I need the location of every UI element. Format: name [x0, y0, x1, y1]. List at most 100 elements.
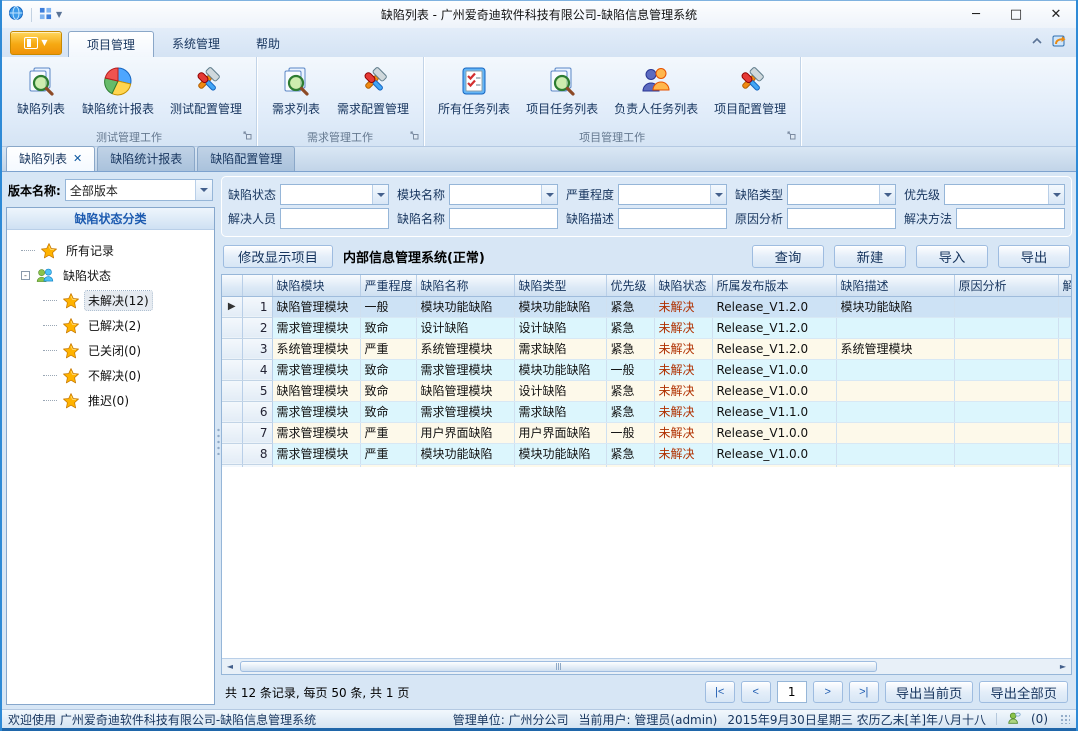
horizontal-scrollbar[interactable]: ◄ ►	[222, 658, 1071, 674]
splitter-handle[interactable]	[217, 427, 220, 455]
last-page-button[interactable]: >|	[849, 681, 879, 703]
minimize-button[interactable]: ─	[956, 1, 996, 28]
tree-item-6[interactable]: 推迟(0)	[43, 388, 210, 413]
ribbon-button-search-doc-0-0[interactable]: 缺陷列表	[8, 61, 74, 120]
page-number-input[interactable]	[777, 681, 807, 703]
filter-text-input[interactable]	[945, 185, 1048, 204]
table-row[interactable]: ▶1缺陷管理模块一般模块功能缺陷模块功能缺陷紧急未解决Release_V1.2.…	[222, 296, 1071, 317]
combo-dropdown-button[interactable]	[372, 185, 388, 204]
ribbon-collapse-icon[interactable]	[1031, 35, 1043, 50]
grid-cell[interactable]: Release_V1.1.0	[712, 401, 836, 422]
grid-cell[interactable]: 严重	[360, 338, 416, 359]
export-all-pages-button[interactable]: 导出全部页	[979, 681, 1068, 703]
close-button[interactable]: ✕	[1036, 1, 1076, 28]
create-button[interactable]: 新建	[834, 245, 906, 268]
quick-access-layout-icon[interactable]	[39, 7, 52, 23]
tree-expander-icon[interactable]: -	[21, 271, 30, 280]
grid-cell[interactable]: 系统管理模块	[272, 338, 360, 359]
grid-cell[interactable]: 紧急	[606, 401, 654, 422]
grid-cell[interactable]: 用户界面缺陷	[416, 422, 514, 443]
grid-cell[interactable]: 未解决	[654, 380, 712, 401]
grid-cell[interactable]: 系统管理模块	[416, 338, 514, 359]
tree-item-3[interactable]: 已解决(2)	[43, 313, 210, 338]
filter-input[interactable]	[618, 208, 727, 229]
filter-text-input[interactable]	[281, 185, 372, 204]
table-row[interactable]: 7需求管理模块严重用户界面缺陷用户界面缺陷一般未解决Release_V1.0.0	[222, 422, 1071, 443]
table-row[interactable]: 4需求管理模块致命需求管理模块模块功能缺陷一般未解决Release_V1.0.0	[222, 359, 1071, 380]
modify-display-items-button[interactable]: 修改显示项目	[223, 245, 333, 268]
table-row[interactable]: 3系统管理模块严重系统管理模块需求缺陷紧急未解决Release_V1.2.0系统…	[222, 338, 1071, 359]
ribbon-tab-0[interactable]: 项目管理	[68, 31, 154, 57]
table-row[interactable]: 8需求管理模块严重模块功能缺陷模块功能缺陷紧急未解决Release_V1.0.0	[222, 443, 1071, 464]
version-select[interactable]: 全部版本	[65, 179, 213, 201]
grid-cell[interactable]	[954, 317, 1058, 338]
grid-cell[interactable]: 一般	[606, 422, 654, 443]
filter-input[interactable]	[280, 208, 389, 229]
grid-column-header-6[interactable]: 所属发布版本	[712, 275, 836, 296]
grid-cell[interactable]	[1058, 296, 1071, 317]
grid-cell[interactable]: 模块功能缺陷	[416, 443, 514, 464]
grid-cell[interactable]: Release_V1.2.0	[712, 338, 836, 359]
table-row[interactable]: 2需求管理模块致命设计缺陷设计缺陷紧急未解决Release_V1.2.0	[222, 317, 1071, 338]
grid-cell[interactable]	[1058, 359, 1071, 380]
grid-column-header-5[interactable]: 缺陷状态	[654, 275, 712, 296]
dialog-launcher-icon[interactable]	[410, 130, 419, 143]
grid-cell[interactable]	[954, 422, 1058, 443]
grid-cell[interactable]: 严重	[360, 443, 416, 464]
grid-cell[interactable]	[836, 359, 954, 380]
document-tab-0[interactable]: 缺陷列表✕	[6, 146, 95, 171]
grid-cell[interactable]: 需求管理模块	[272, 317, 360, 338]
grid-cell[interactable]: 需求管理模块	[272, 359, 360, 380]
filter-text-input[interactable]	[788, 209, 895, 228]
filter-text-input[interactable]	[450, 209, 557, 228]
export-button[interactable]: 导出	[998, 245, 1070, 268]
grid-column-header-2[interactable]: 缺陷名称	[416, 275, 514, 296]
grid-cell[interactable]	[954, 338, 1058, 359]
grid-column-header-3[interactable]: 缺陷类型	[514, 275, 606, 296]
grid-cell[interactable]: 需求管理模块	[272, 422, 360, 443]
ribbon-button-tools-2-3[interactable]: 项目配置管理	[706, 61, 794, 120]
scroll-left-icon[interactable]: ◄	[222, 659, 238, 674]
resize-grip[interactable]	[1060, 714, 1070, 724]
grid-column-header-8[interactable]: 原因分析	[954, 275, 1058, 296]
grid-cell[interactable]: 模块功能缺陷	[416, 296, 514, 317]
skin-options-icon[interactable]	[1051, 33, 1068, 52]
grid-cell[interactable]	[954, 296, 1058, 317]
grid-cell[interactable]: 一般	[360, 296, 416, 317]
grid-column-header-1[interactable]: 严重程度	[360, 275, 416, 296]
ribbon-button-checklist-2-0[interactable]: 所有任务列表	[430, 61, 518, 120]
grid-cell[interactable]: 致命	[360, 317, 416, 338]
ribbon-button-search-doc-2-1[interactable]: 项目任务列表	[518, 61, 606, 120]
import-button[interactable]: 导入	[916, 245, 988, 268]
filter-combo[interactable]	[618, 184, 727, 205]
grid-cell[interactable]: 缺陷管理模块	[416, 380, 514, 401]
filter-combo[interactable]	[449, 184, 558, 205]
filter-text-input[interactable]	[450, 185, 541, 204]
grid-cell[interactable]: 设计缺陷	[514, 380, 606, 401]
grid-cell[interactable]	[1058, 422, 1071, 443]
grid-cell[interactable]: 致命	[360, 359, 416, 380]
grid-cell[interactable]: 未解决	[654, 422, 712, 443]
grid-cell[interactable]: Release_V1.2.0	[712, 317, 836, 338]
grid-cell[interactable]: 严重	[360, 422, 416, 443]
grid-cell[interactable]: 需求缺陷	[514, 338, 606, 359]
filter-text-input[interactable]	[619, 185, 710, 204]
grid-cell[interactable]: 需求管理模块	[416, 401, 514, 422]
grid-cell[interactable]: 需求管理模块	[272, 401, 360, 422]
filter-combo[interactable]	[280, 184, 389, 205]
grid-cell[interactable]: 需求管理模块	[272, 443, 360, 464]
grid-cell[interactable]: 未解决	[654, 359, 712, 380]
dialog-launcher-icon[interactable]	[243, 130, 252, 143]
grid-cell[interactable]: 未解决	[654, 317, 712, 338]
grid-cell[interactable]: 设计缺陷	[416, 317, 514, 338]
next-page-button[interactable]: >	[813, 681, 843, 703]
grid-cell[interactable]	[954, 359, 1058, 380]
filter-text-input[interactable]	[281, 209, 388, 228]
grid-cell[interactable]: 紧急	[606, 443, 654, 464]
grid-cell[interactable]: Release_V1.0.0	[712, 422, 836, 443]
filter-input[interactable]	[956, 208, 1065, 229]
ribbon-button-people-2-2[interactable]: 负责人任务列表	[606, 61, 706, 120]
combo-dropdown-button[interactable]	[879, 185, 895, 204]
grid-cell[interactable]: Release_V1.0.0	[712, 380, 836, 401]
grid-cell[interactable]: 紧急	[606, 338, 654, 359]
